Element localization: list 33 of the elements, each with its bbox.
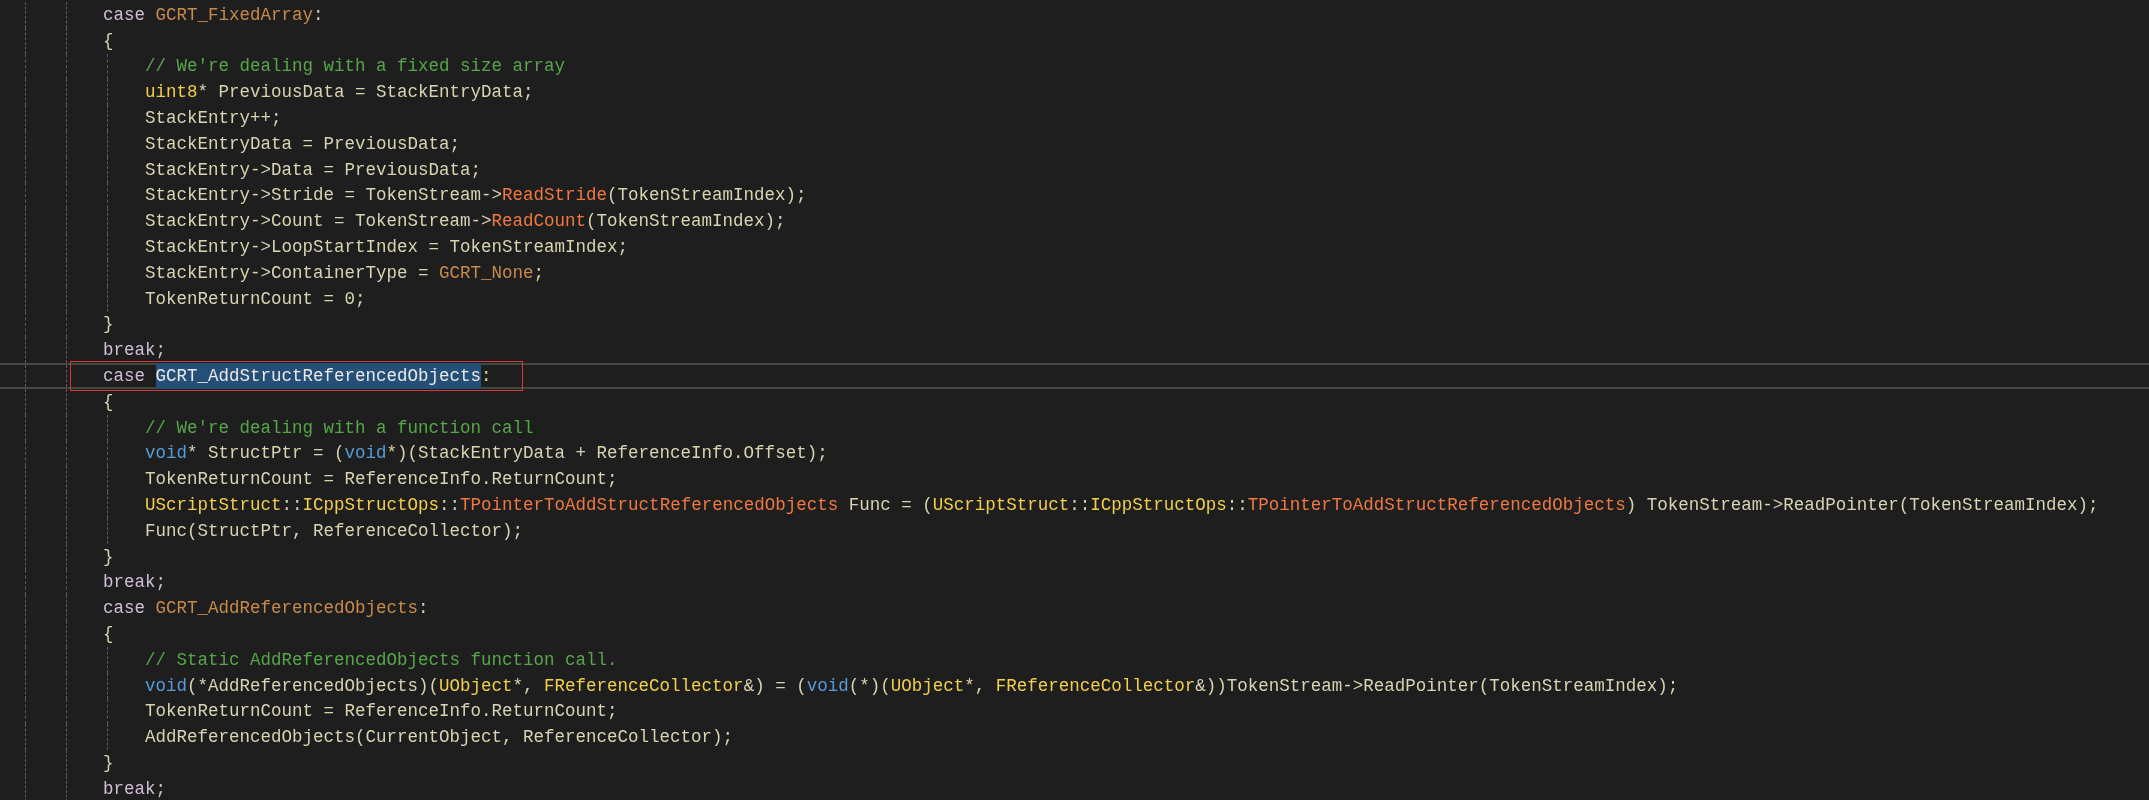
code-line: void* StructPtr = (void*)(StackEntryData + ReferenceInfo.Offset); [145,442,828,466]
code-line: } [103,313,114,337]
code-line: break; [103,777,166,800]
code-line: StackEntry->Count = TokenStream->ReadCount(TokenStreamIndex); [145,210,786,234]
code-line: UScriptStruct::ICppStructOps::TPointerToAddStructReferencedObjects Func = (UScriptStruct::ICppStructOps::TPointerToAddStructReferencedObjects) TokenStream->ReadPointer(TokenStreamIndex); [145,493,2099,517]
code-line: StackEntry++; [145,106,282,130]
code-line: break; [103,339,166,363]
code-line: // We're dealing with a fixed size array [145,55,566,79]
selected-text: GCRT_AddStructReferencedObjects [155,362,482,390]
code-line: TokenReturnCount = ReferenceInfo.ReturnCount; [145,468,618,492]
code-line: TokenReturnCount = ReferenceInfo.ReturnCount; [145,700,618,724]
code-line: case GCRT_FixedArray: [103,3,324,27]
code-line: } [103,751,114,775]
code-line: StackEntry->ContainerType = GCRT_None; [145,261,545,285]
code-line: void(*AddReferencedObjects)(UObject*, FReferenceCollector&) = (void(*)(UObject*, FReferenceCollector&))TokenStream->ReadPointer(TokenStreamIndex); [145,674,1679,698]
code-line: break; [103,571,166,595]
code-line: // Static AddReferencedObjects function call. [145,648,618,672]
code-line: } [103,545,114,569]
code-line: StackEntryData = PreviousData; [145,132,461,156]
code-line: StackEntry->Data = PreviousData; [145,158,482,182]
code-line: StackEntry->Stride = TokenStream->ReadStride(TokenStreamIndex); [145,184,807,208]
code-line: { [103,29,114,53]
code-line: uint8* PreviousData = StackEntryData; [145,81,534,105]
code-line: // We're dealing with a function call [145,416,534,440]
code-line: TokenReturnCount = 0; [145,287,366,311]
code-line: StackEntry->LoopStartIndex = TokenStreamIndex; [145,235,629,259]
code-line: case GCRT_AddReferencedObjects: [103,597,429,621]
code-token: : [481,364,492,388]
code-line: AddReferencedObjects(CurrentObject, ReferenceCollector); [145,726,734,750]
code-line: Func(StructPtr, ReferenceCollector); [145,519,524,543]
code-line: { [103,622,114,646]
code-token: case [103,364,146,388]
code-line: { [103,390,114,414]
